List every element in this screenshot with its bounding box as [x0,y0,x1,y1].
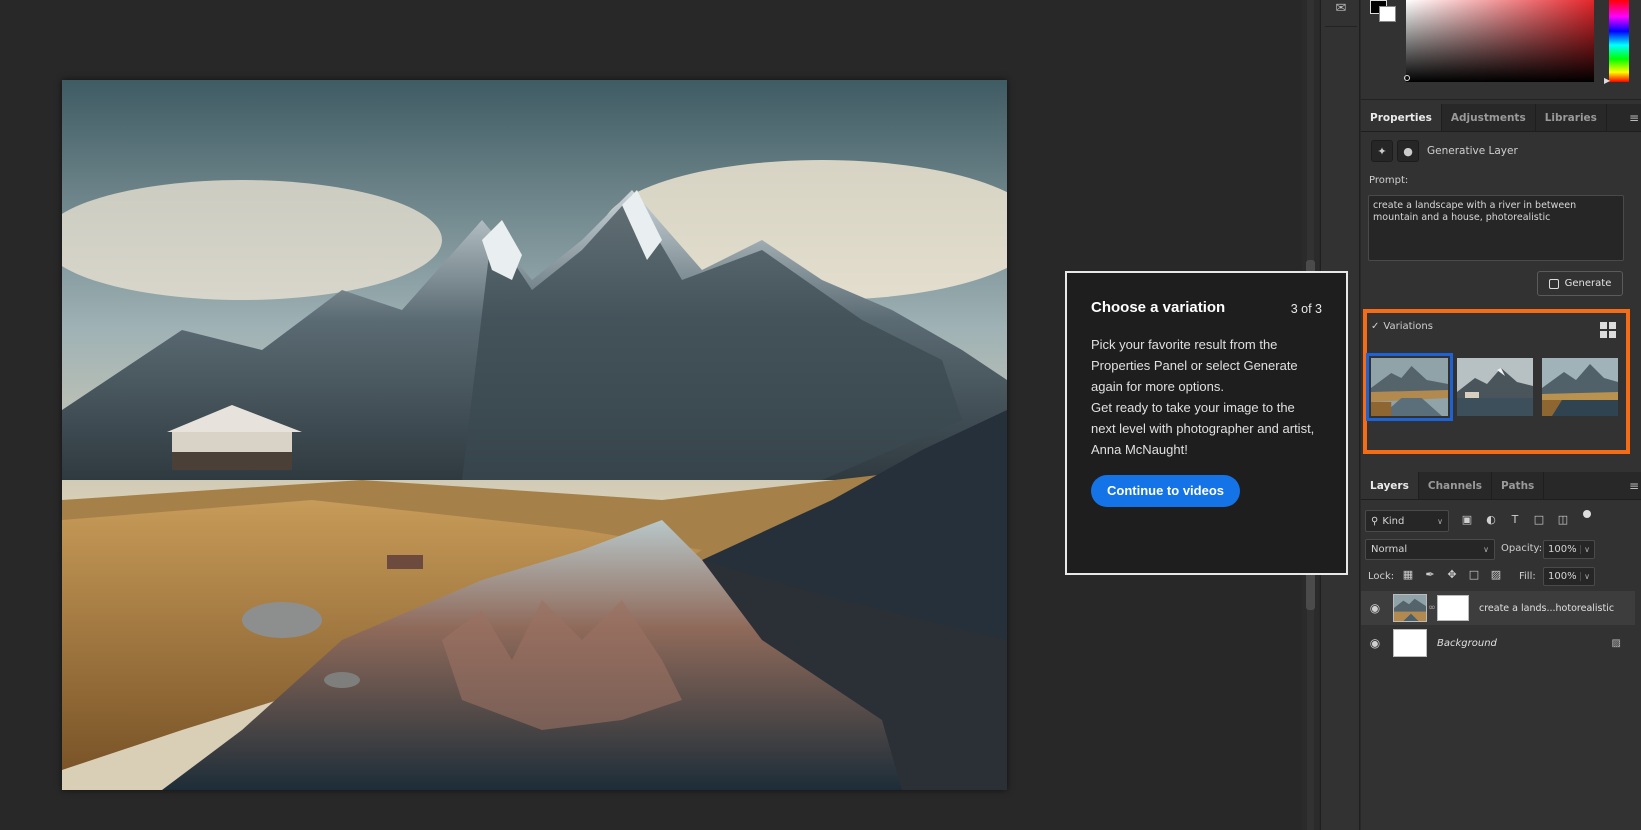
search-icon: ⚲ [1371,515,1379,527]
opacity-label: Opacity: [1501,543,1543,554]
tab-channels[interactable]: Channels [1419,472,1493,499]
layer-filter-icons: ▣ ◐ T □ ◫ [1459,513,1571,526]
landscape-image[interactable] [62,80,1007,790]
layer-type-label: Generative Layer [1427,145,1518,157]
link-icon[interactable]: ∞ [1427,603,1437,613]
filter-toggle[interactable] [1583,510,1591,518]
layer-row-background[interactable]: ◉ Background ▨ [1361,626,1635,660]
coachmark-text-2: Get ready to take your image to the next… [1091,400,1315,457]
layer-filter-kind-select[interactable]: ⚲ Kind ∨ [1365,510,1449,532]
hue-marker-icon[interactable]: ▶ [1604,76,1610,85]
smart-object-filter-icon[interactable]: ◫ [1555,513,1571,526]
properties-tab-bar: Properties Adjustments Libraries ≡ [1361,104,1641,132]
variation-thumbnails [1366,353,1618,421]
grid-view-icon[interactable] [1600,322,1616,338]
layer-name: create a lands...hotorealistic [1479,602,1615,614]
chevron-down-icon[interactable]: ∨ [1580,545,1590,554]
coachmark-body: Pick your favorite result from the Prope… [1091,334,1322,460]
layer-mask-icon[interactable]: ● [1397,140,1419,162]
variations-chevron-icon[interactable]: ✓ [1371,321,1379,332]
eye-icon[interactable]: ◉ [1361,601,1389,615]
tab-adjustments[interactable]: Adjustments [1442,104,1536,131]
eye-icon[interactable]: ◉ [1361,636,1389,650]
tab-paths[interactable]: Paths [1492,472,1545,499]
chevron-down-icon: ∨ [1437,516,1443,526]
variations-label: Variations [1383,321,1433,332]
kind-label: Kind [1382,515,1405,527]
layer-row-generative[interactable]: ◉ ∞ create a lands...hotorealistic [1361,591,1635,625]
blend-mode-value: Normal [1371,544,1408,555]
chevron-down-icon: ∨ [1483,545,1489,554]
lock-icon[interactable]: ▨ [1612,638,1621,649]
fill-field[interactable]: 100% ∨ [1543,567,1595,586]
tab-layers[interactable]: Layers [1361,472,1419,499]
fill-value: 100% [1548,571,1577,582]
variations-section: ✓ Variations [1363,309,1630,454]
layer-thumbnail [1393,629,1427,657]
color-field[interactable] [1406,0,1594,82]
lock-position-icon[interactable]: ✥ [1445,568,1459,581]
lock-icons: ▦ ✒ ✥ □ ▨ [1401,568,1503,581]
lock-all-icon[interactable]: ▨ [1489,568,1503,581]
background-color-swatch[interactable] [1379,6,1396,22]
fill-label: Fill: [1519,571,1536,582]
variation-thumbnail-3[interactable] [1542,358,1618,416]
variation-thumbnail-2[interactable] [1457,358,1533,416]
layer-mask-thumbnail[interactable] [1437,595,1469,621]
chevron-down-icon[interactable]: ∨ [1580,572,1590,581]
color-picker-area: ▶ [1361,0,1641,100]
generative-layer-row: ✦ ● Generative Layer [1371,140,1631,162]
right-panel: ▶ Properties Adjustments Libraries ≡ ✦ ●… [1361,0,1641,830]
opacity-value: 100% [1548,544,1577,555]
blend-mode-select[interactable]: Normal ∨ [1365,539,1495,560]
lock-label: Lock: [1368,571,1395,582]
tutorial-coachmark: Choose a variation 3 of 3 Pick your favo… [1065,271,1348,575]
lock-transparency-icon[interactable]: ▦ [1401,568,1415,581]
coachmark-text-1: Pick your favorite result from the Prope… [1091,337,1298,394]
shape-filter-icon[interactable]: □ [1531,513,1547,526]
panel-menu-icon[interactable]: ≡ [1627,104,1641,131]
strip-divider [1325,26,1357,27]
adjustment-filter-icon[interactable]: ◐ [1483,513,1499,526]
tab-properties[interactable]: Properties [1361,104,1442,131]
prompt-input[interactable]: create a landscape with a river in betwe… [1368,195,1624,261]
tab-libraries[interactable]: Libraries [1536,104,1607,131]
generative-fill-icon[interactable]: ✦ [1371,140,1393,162]
generate-button-label: Generate [1564,278,1612,289]
opacity-field[interactable]: 100% ∨ [1543,540,1595,559]
generate-button[interactable]: Generate [1537,271,1623,296]
type-filter-icon[interactable]: T [1507,513,1523,526]
variations-header[interactable]: ✓ Variations [1371,321,1433,332]
pixel-filter-icon[interactable]: ▣ [1459,513,1475,526]
coachmark-title: Choose a variation [1091,299,1226,316]
lock-image-pixels-icon[interactable]: ✒ [1423,568,1437,581]
layer-name: Background [1437,637,1497,649]
lock-artboard-icon[interactable]: □ [1467,568,1481,581]
continue-to-videos-button[interactable]: Continue to videos [1091,475,1240,507]
landscape-illustration [62,80,1007,790]
layers-menu-icon[interactable]: ≡ [1627,472,1641,499]
layers-tab-bar: Layers Channels Paths ≡ [1361,472,1641,500]
hue-slider[interactable] [1609,0,1629,82]
layer-thumbnail [1393,594,1427,622]
coachmark-step: 3 of 3 [1290,302,1322,316]
color-field-cursor[interactable] [1404,75,1410,81]
comment-icon[interactable]: ✉ [1332,2,1350,16]
prompt-label: Prompt: [1369,175,1409,186]
variation-thumbnail-1[interactable] [1366,353,1453,421]
generate-icon [1548,278,1559,289]
